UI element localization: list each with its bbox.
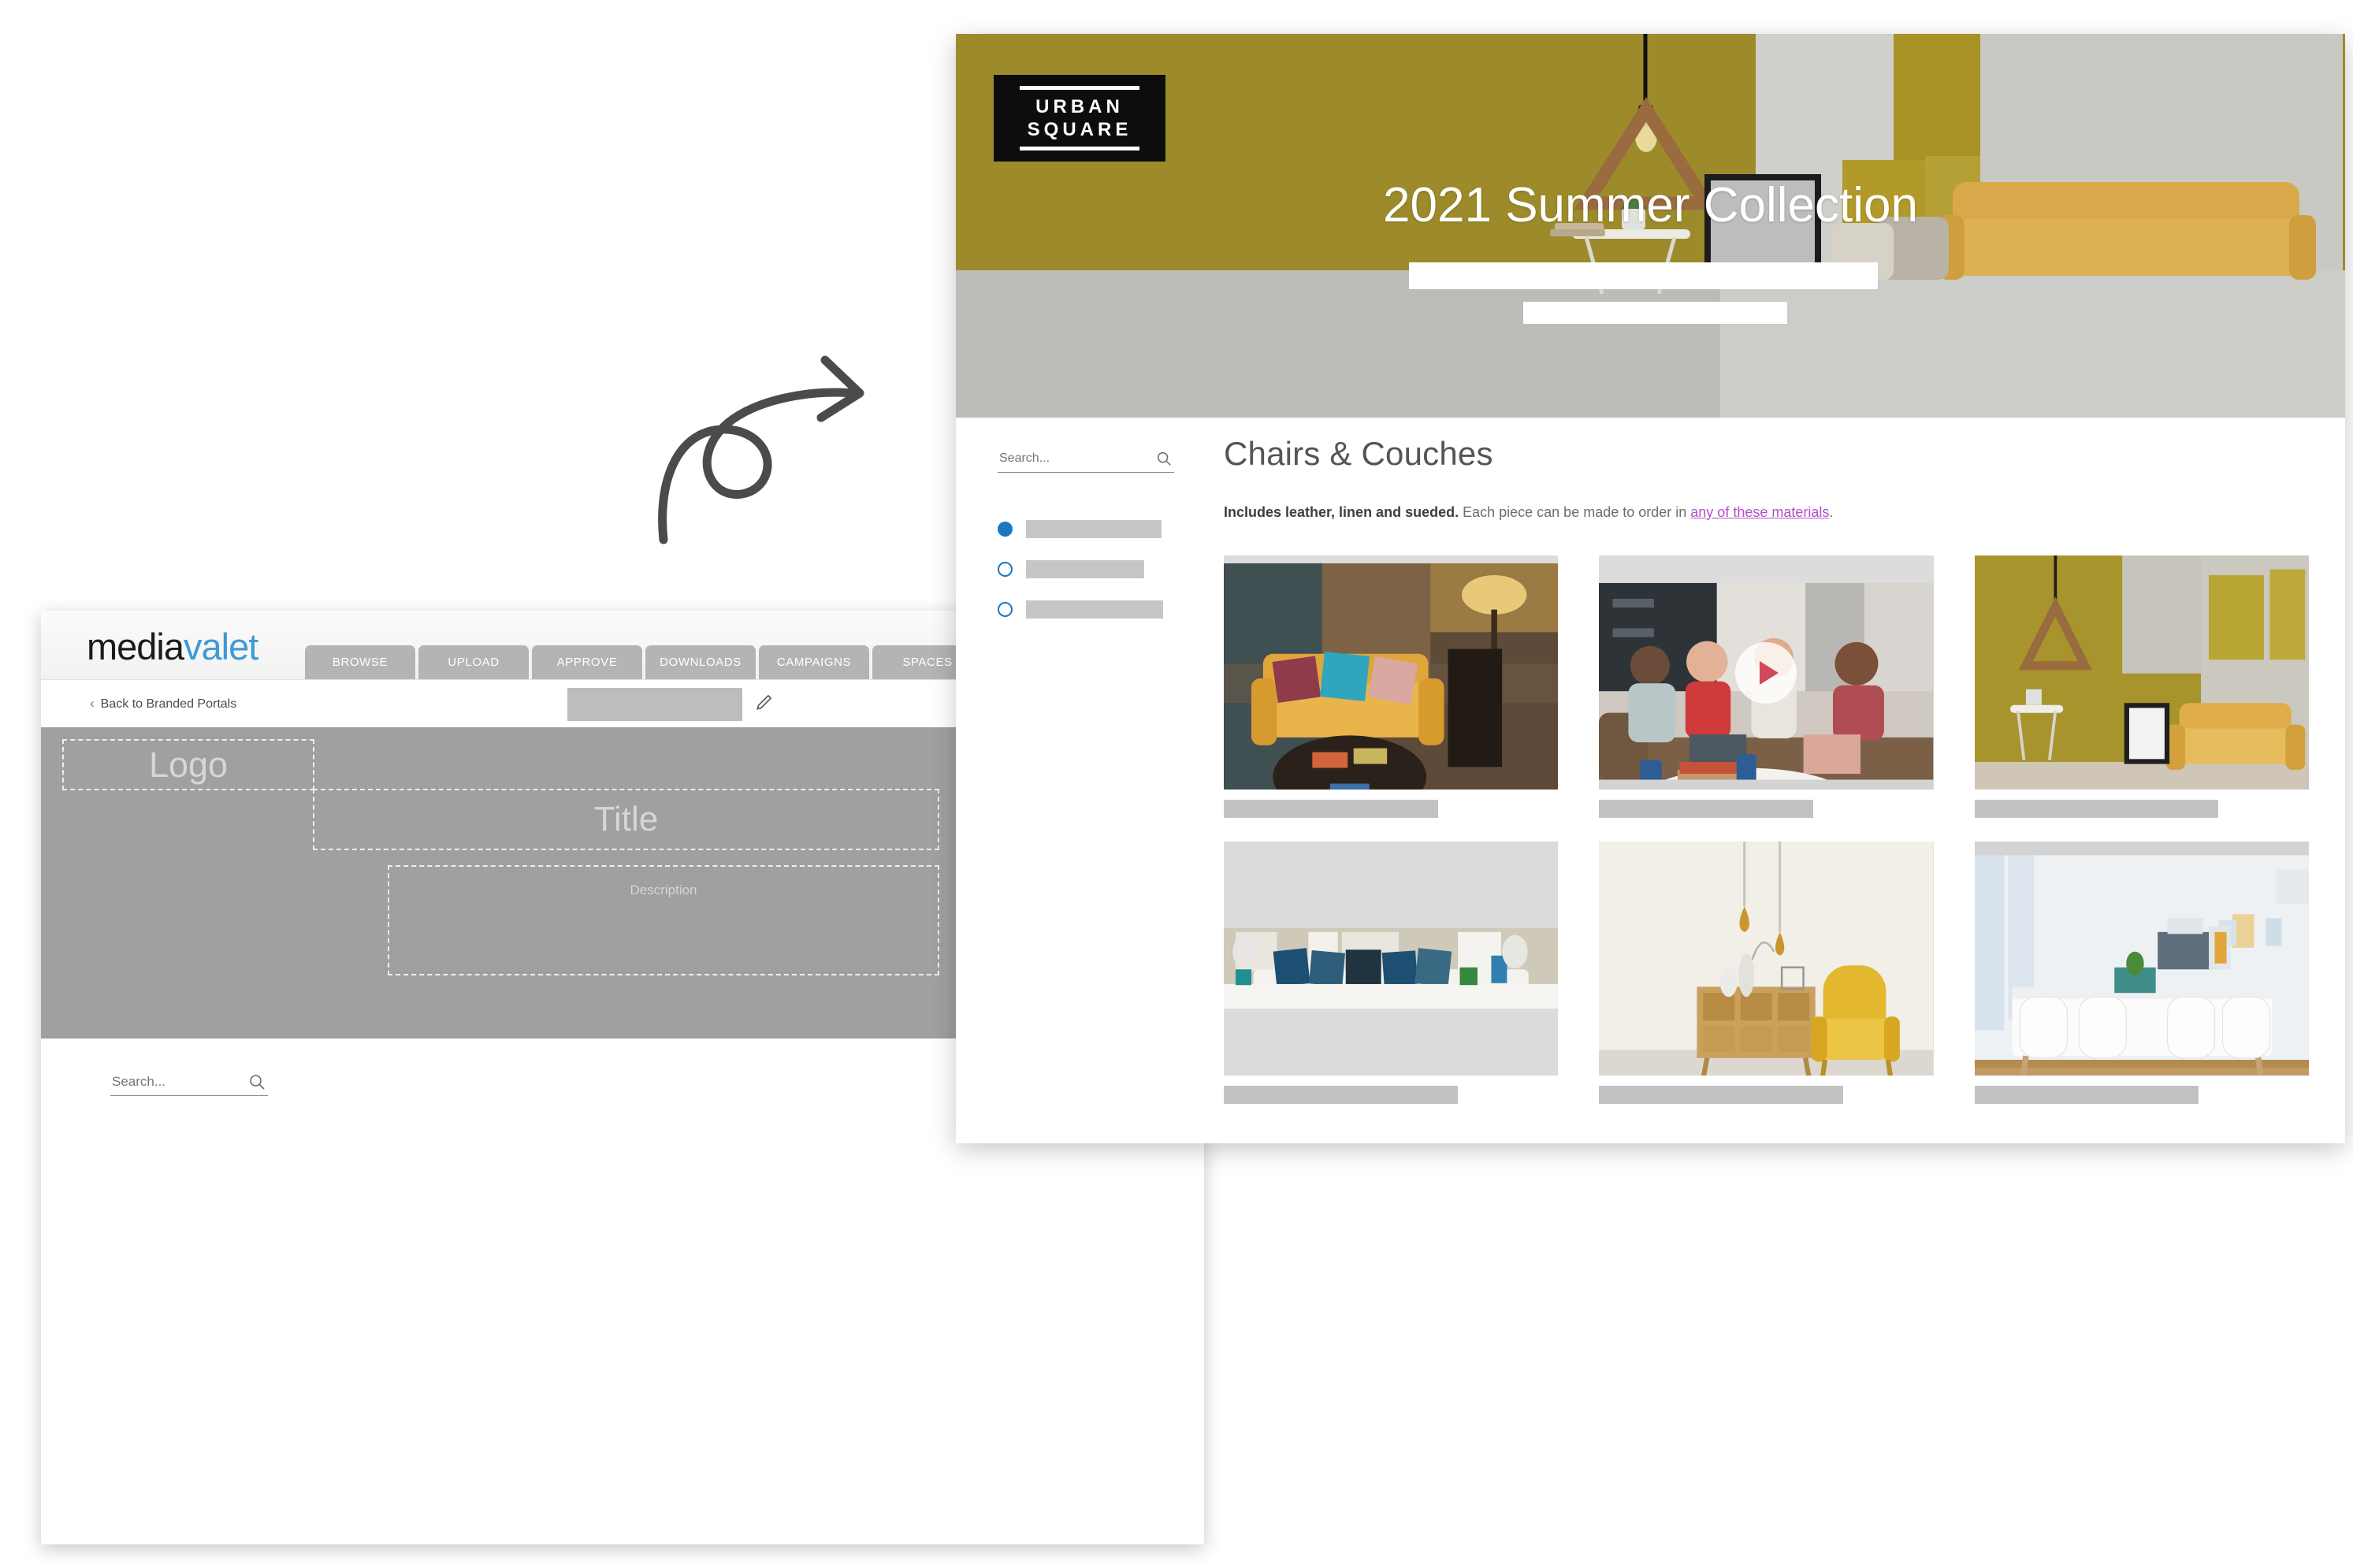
asset-card-white-dining-table[interactable] (1974, 842, 2309, 1104)
curly-arrow-icon (658, 355, 864, 544)
asset-card-friends-on-couch-video[interactable] (1599, 555, 1934, 818)
section-heading: Chairs & Couches (1224, 435, 1493, 472)
search-input[interactable] (998, 451, 1174, 473)
portal-search (998, 451, 1174, 473)
asset-card-yellow-armchair-sideboard[interactable] (1599, 842, 1934, 1104)
asset-card-yellow-sofa-living-room[interactable] (1224, 555, 1559, 818)
description-bold: Includes leather, linen and sueded. (1224, 504, 1459, 520)
asset-caption-bar (1599, 800, 1813, 818)
asset-thumbnail[interactable] (1224, 555, 1559, 790)
section-description: Includes leather, linen and sueded. Each… (1224, 504, 2309, 521)
portal-title-field[interactable] (567, 688, 742, 721)
filter-option-3[interactable] (998, 600, 1174, 619)
hero-title-placeholder[interactable]: Title (313, 789, 939, 850)
logo-text-media: media (87, 626, 184, 667)
logo-rule-top (1020, 85, 1139, 90)
thumbnail-image-yellow-armchair (1599, 842, 1934, 1076)
logo-line-square: SQUARE (1027, 119, 1132, 140)
mediavalet-logo[interactable]: mediavalet (87, 625, 258, 668)
asset-thumbnail[interactable] (1974, 555, 2309, 790)
tab-approve[interactable]: APPROVE (532, 645, 642, 679)
materials-link[interactable]: any of these materials (1690, 504, 1829, 520)
asset-card-blue-pillow-white-sofa[interactable] (1224, 842, 1559, 1104)
filter-label-bar (1026, 520, 1162, 538)
thumbnail-image-white-dining-table (1974, 842, 2309, 1076)
chevron-left-icon: ‹ (90, 696, 95, 711)
pencil-edit-icon[interactable] (754, 692, 775, 712)
filter-label-bar (1026, 600, 1163, 619)
hero-title: 2021 Summer Collection (1383, 178, 1918, 232)
filter-label-bar (1026, 560, 1144, 578)
search-icon[interactable] (1155, 450, 1173, 467)
description-text: Each piece can be made to order in (1459, 504, 1691, 520)
screenshot-canvas: mediavalet BROWSE UPLOAD APPROVE DOWNLOA… (0, 0, 2353, 1568)
filter-option-1[interactable] (998, 520, 1174, 538)
mediavalet-nav-tabs: BROWSE UPLOAD APPROVE DOWNLOADS CAMPAIGN… (305, 645, 1052, 679)
asset-thumbnail[interactable] (1599, 842, 1934, 1076)
asset-caption-bar (1974, 1086, 2199, 1104)
breadcrumb-back-to-branded-portals[interactable]: ‹ Back to Branded Portals (90, 696, 236, 712)
mediavalet-search (110, 1074, 268, 1096)
hero-description-placeholder[interactable]: Description (388, 865, 939, 975)
play-triangle-icon (1759, 660, 1779, 685)
asset-caption-bar (1974, 800, 2219, 818)
tab-browse[interactable]: BROWSE (305, 645, 415, 679)
asset-caption-bar (1224, 800, 1438, 818)
thumbnail-image-mustard-wall-sofa (1974, 555, 2309, 790)
logo-line-urban: URBAN (1035, 95, 1124, 117)
hero-placeholder-bar-2 (1523, 302, 1787, 324)
thumbnail-image-blue-pillow-sofa (1224, 842, 1559, 1076)
description-tail: . (1829, 504, 1834, 520)
search-icon[interactable] (247, 1072, 266, 1091)
logo-rule-bottom (1020, 147, 1139, 151)
tab-downloads[interactable]: DOWNLOADS (645, 645, 756, 679)
play-button-icon[interactable] (1735, 641, 1797, 704)
urban-square-portal-window: URBAN SQUARE 2021 Summer Collection Sear… (956, 34, 2345, 1143)
portal-main-content: Chairs & Couches Includes leather, linen… (1224, 435, 2309, 1104)
breadcrumb-label: Back to Branded Portals (100, 697, 237, 711)
filter-option-2[interactable] (998, 560, 1174, 578)
thumbnail-image-yellow-sofa (1224, 555, 1559, 790)
asset-thumbnail[interactable] (1599, 555, 1934, 790)
filter-radio-group (998, 520, 1174, 619)
radio-unselected-icon[interactable] (998, 602, 1013, 617)
hero-placeholder-bar-1 (1409, 262, 1878, 289)
tab-upload[interactable]: UPLOAD (418, 645, 529, 679)
asset-thumbnail[interactable] (1974, 842, 2309, 1076)
asset-caption-bar (1599, 1086, 1844, 1104)
asset-caption-bar (1224, 1086, 1459, 1104)
radio-selected-icon[interactable] (998, 522, 1013, 537)
tab-campaigns[interactable]: CAMPAIGNS (759, 645, 869, 679)
radio-unselected-icon[interactable] (998, 562, 1013, 577)
asset-grid (1224, 555, 2309, 1104)
search-input[interactable] (110, 1074, 268, 1096)
asset-card-mustard-wall-sofa[interactable] (1974, 555, 2309, 818)
hero-logo-placeholder[interactable]: Logo (62, 739, 314, 790)
portal-sidebar (998, 451, 1174, 619)
portal-body: Chairs & Couches Includes leather, linen… (956, 418, 2345, 1143)
urban-square-logo: URBAN SQUARE (994, 75, 1165, 162)
logo-text-valet: valet (184, 626, 258, 667)
portal-hero-banner: URBAN SQUARE 2021 Summer Collection (956, 34, 2345, 418)
asset-thumbnail[interactable] (1224, 842, 1559, 1076)
